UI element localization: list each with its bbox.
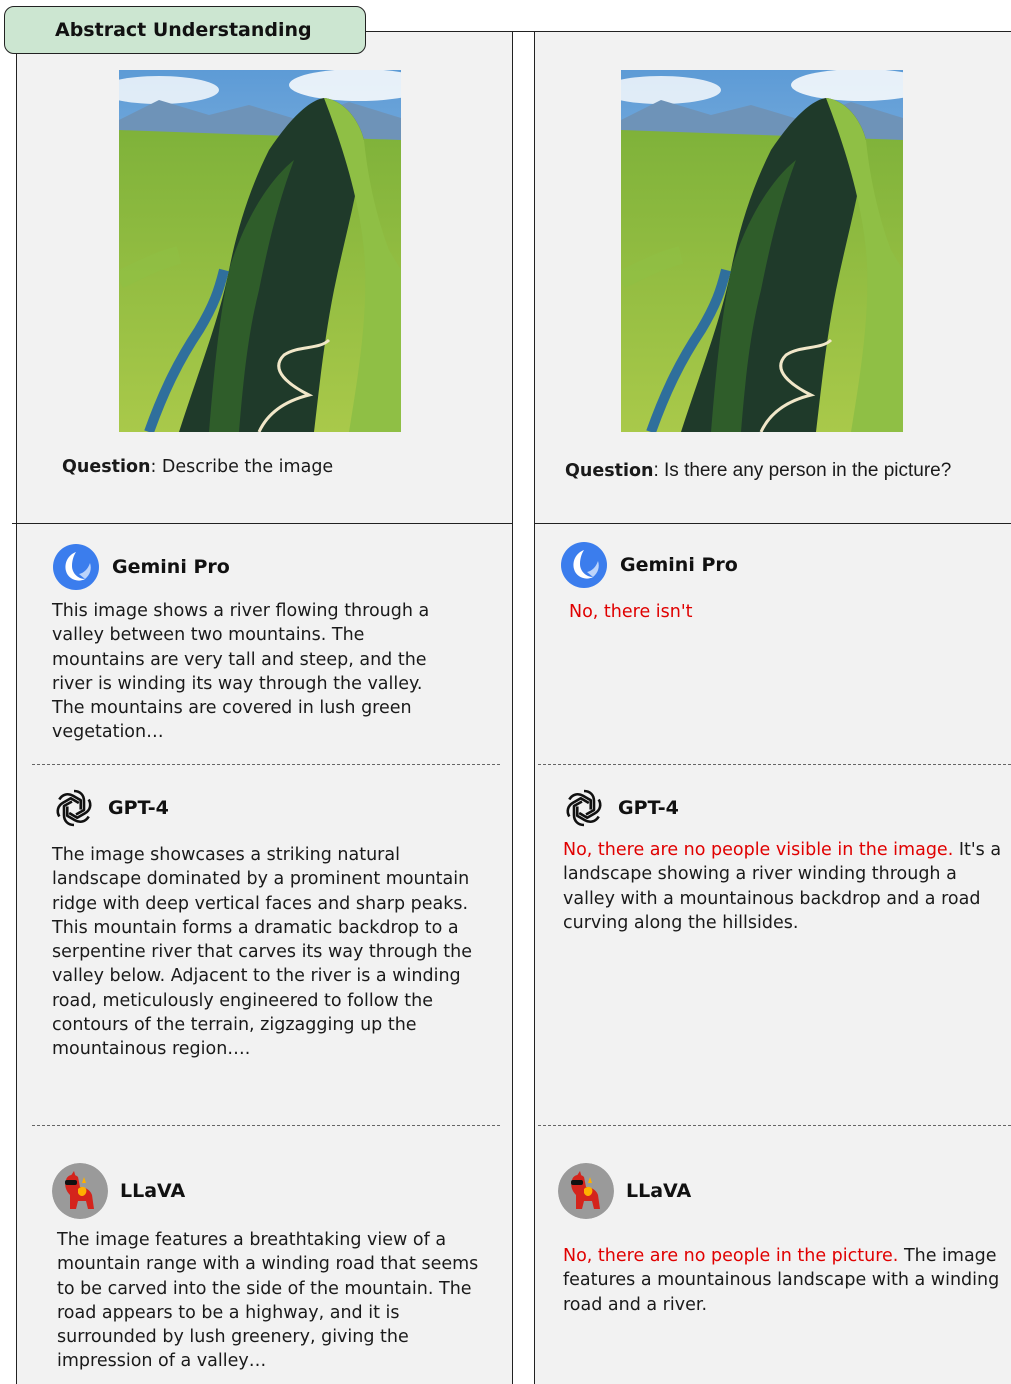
gemini-icon [561,542,607,588]
gpt-header-left: GPT-4 [52,786,169,830]
dashed-divider-left-1 [32,764,500,765]
llava-header-left: LLaVA [52,1163,185,1219]
question-text: : Describe the image [150,457,334,477]
gemini-answer-right: No, there isn't [569,602,693,622]
mountain-photo-right [621,70,903,432]
openai-icon [566,789,602,827]
question-text: : Is there any person in the picture? [653,460,952,481]
model-name-llava: LLaVA [626,1180,692,1202]
llava-icon [558,1163,614,1219]
gpt-answer-left: The image showcases a striking natural l… [52,845,472,1060]
llava-header-right: LLaVA [558,1163,691,1219]
llava-answer-highlight: No, there are no people in the picture. [563,1246,899,1266]
question-right: Question: Is there any person in the pic… [565,459,985,483]
question-divider-left [12,523,513,524]
question-label: Question [565,461,654,481]
llava-answer-left: The image features a breathtaking view o… [57,1230,479,1372]
gpt-header-right: GPT-4 [562,786,679,830]
question-divider-right [534,523,1011,524]
question-left: Question: Describe the image [62,455,482,479]
question-label: Question [62,457,151,477]
model-name-gemini: Gemini Pro [112,556,230,578]
model-name-gpt: GPT-4 [618,797,679,819]
gpt-answer-highlight: No, there are no people visible in the i… [563,840,954,860]
gemini-answer-left: This image shows a river flowing through… [52,601,430,743]
gpt-answer-right: No, there are no people visible in the i… [563,838,1003,935]
model-name-gpt: GPT-4 [108,797,169,819]
openai-icon [56,789,92,827]
model-name-gemini: Gemini Pro [620,554,738,576]
dashed-divider-left-2 [32,1125,500,1126]
section-tag: Abstract Understanding [4,6,366,54]
mountain-photo-left [119,70,401,432]
gemini-header-left: Gemini Pro [52,543,230,591]
llava-icon [52,1163,108,1219]
model-name-llava: LLaVA [120,1180,186,1202]
top-rule [366,31,1011,32]
gemini-header-right: Gemini Pro [560,541,738,589]
gemini-icon [53,544,99,590]
dashed-divider-right-2 [538,1125,1011,1126]
dashed-divider-right-1 [538,764,1011,765]
llava-answer-right: No, there are no people in the picture. … [563,1244,1003,1317]
